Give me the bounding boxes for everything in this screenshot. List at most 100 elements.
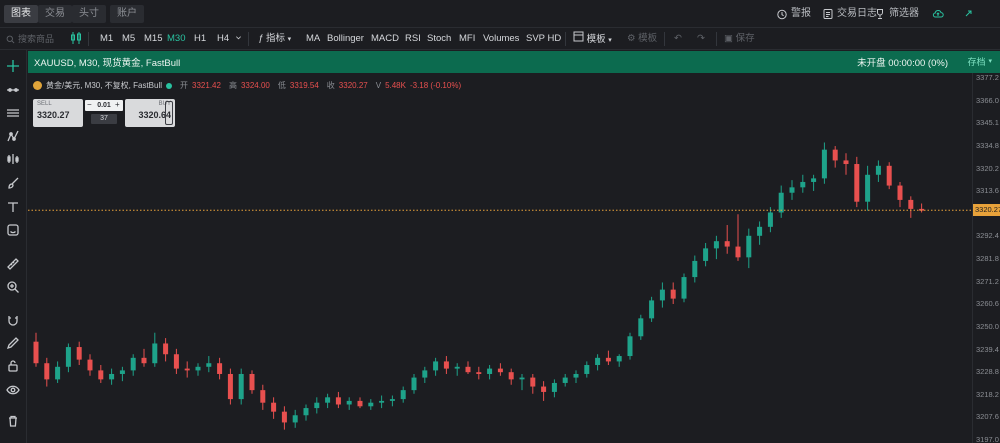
- candle-body: [314, 402, 320, 409]
- price-axis[interactable]: 3377.23366.03345.13334.83320.23313.63303…: [972, 73, 1000, 443]
- session-timer: 未开盘 00:00:00 (0%): [857, 58, 948, 69]
- layout-icon: [573, 31, 584, 42]
- eye-icon: [6, 385, 20, 395]
- candle-body: [713, 241, 719, 249]
- chevron-down-icon: [236, 36, 241, 40]
- price-axis-label: 3228.8: [976, 367, 999, 377]
- brush-tool[interactable]: [4, 174, 22, 192]
- timeframe-more[interactable]: [235, 31, 242, 47]
- upload-button[interactable]: [932, 6, 944, 22]
- open-label: 开: [180, 81, 189, 90]
- chart-type-button[interactable]: [70, 31, 82, 47]
- redo-button[interactable]: ↷: [697, 31, 705, 47]
- sell-price: 3320.27: [37, 110, 70, 120]
- indicators-button[interactable]: ƒ 指标 ▾: [258, 31, 291, 47]
- status-dot-icon: [166, 82, 173, 89]
- lock-drawing-tool[interactable]: [4, 334, 22, 352]
- indicator-bollinger[interactable]: Bollinger: [327, 31, 364, 47]
- pattern-tool[interactable]: [4, 127, 22, 145]
- candle-body: [605, 357, 611, 362]
- timeframe-m30[interactable]: M30: [167, 31, 185, 47]
- spread-badge: 37: [91, 114, 117, 124]
- indicator-volumes[interactable]: Volumes: [483, 31, 519, 47]
- screener-button[interactable]: 筛选器: [874, 6, 919, 22]
- indicator-ma[interactable]: MA: [306, 31, 320, 47]
- candle-body: [789, 187, 795, 193]
- parallel-lines-tool[interactable]: [4, 104, 22, 122]
- candle-body: [389, 399, 395, 401]
- tab-trade[interactable]: 交易: [38, 5, 72, 23]
- candle-body: [573, 373, 579, 378]
- zoom-tool[interactable]: [4, 278, 22, 296]
- timeframe-m5[interactable]: M5: [122, 31, 135, 47]
- chevron-down-icon: ▾: [988, 58, 992, 65]
- top-bar: 图表 交易 头寸 账户 警报 交易日志 筛选器: [0, 0, 1000, 28]
- indicator-macd[interactable]: MACD: [371, 31, 399, 47]
- candle-body: [465, 366, 471, 373]
- text-icon: [8, 202, 18, 212]
- candle-body: [843, 160, 849, 165]
- trophy-icon: [877, 9, 883, 19]
- price-axis-label: 3260.6: [976, 299, 999, 309]
- candle-body: [530, 377, 536, 387]
- candle-body: [595, 357, 601, 366]
- price-axis-label: 3218.2: [976, 389, 999, 399]
- delete-tool[interactable]: [4, 412, 22, 430]
- timeframe-m15[interactable]: M15: [144, 31, 162, 47]
- candle-body: [638, 318, 644, 337]
- sell-button[interactable]: SELL 3320.27: [33, 99, 83, 127]
- search-icon: [6, 35, 15, 43]
- search-input[interactable]: [18, 34, 60, 44]
- undo-button[interactable]: ↶: [674, 31, 682, 47]
- indicator-mfi[interactable]: MFI: [459, 31, 475, 47]
- archive-button[interactable]: 存档 ▾: [967, 54, 992, 70]
- ruler-tool[interactable]: [4, 255, 22, 273]
- save-button[interactable]: ▣ 保存: [724, 31, 755, 47]
- indicator-svp-hd[interactable]: SVP HD: [526, 31, 561, 47]
- indicator-stoch[interactable]: Stoch: [427, 31, 451, 47]
- candle-body: [152, 343, 158, 364]
- symbol-search[interactable]: [6, 31, 62, 47]
- measure-tool[interactable]: [4, 150, 22, 168]
- price-axis-label: 3345.1: [976, 118, 999, 128]
- visibility-tool[interactable]: [4, 381, 22, 399]
- timeframe-m1[interactable]: M1: [100, 31, 113, 47]
- volume-label: V: [375, 81, 382, 90]
- candle-body: [854, 164, 860, 202]
- plus-icon: [7, 60, 19, 72]
- tab-chart[interactable]: 图表: [4, 5, 38, 23]
- candle-body: [800, 181, 806, 188]
- magnet-tool[interactable]: [4, 311, 22, 329]
- trendline-tool[interactable]: [4, 81, 22, 99]
- candle-body: [109, 373, 115, 380]
- candle-body: [65, 347, 71, 367]
- timeframe-h4[interactable]: H4: [217, 31, 229, 47]
- save-label: 保存: [735, 33, 755, 44]
- candle-body: [724, 241, 730, 247]
- candle-body: [778, 192, 784, 213]
- tab-positions[interactable]: 头寸: [72, 5, 106, 23]
- popout-button[interactable]: [962, 6, 974, 22]
- text-tool[interactable]: [4, 198, 22, 216]
- candle-body: [325, 397, 331, 403]
- journal-button[interactable]: 交易日志: [822, 6, 877, 22]
- template-button[interactable]: ⚙ 模板: [627, 31, 657, 47]
- timeframe-h1[interactable]: H1: [194, 31, 206, 47]
- lock-tool[interactable]: [4, 357, 22, 375]
- crosshair-tool[interactable]: [4, 57, 22, 75]
- candle-body: [184, 368, 190, 371]
- emoji-tool[interactable]: [4, 221, 22, 239]
- candle-body: [238, 373, 244, 400]
- increase-quantity-button[interactable]: +: [115, 99, 120, 110]
- price-axis-label: 3320.2: [976, 163, 999, 173]
- alerts-button[interactable]: 警报: [776, 6, 811, 22]
- tab-account[interactable]: 账户: [110, 5, 144, 23]
- layout-button[interactable]: 模板 ▾: [573, 31, 612, 47]
- candle-body: [400, 390, 406, 400]
- decrease-quantity-button[interactable]: −: [87, 99, 92, 110]
- indicator-rsi[interactable]: RSI: [405, 31, 421, 47]
- price-axis-label: 3366.0: [976, 95, 999, 105]
- notes-icon: [823, 9, 833, 19]
- price-axis-label: 3334.8: [976, 140, 999, 150]
- drag-handle[interactable]: [165, 101, 173, 125]
